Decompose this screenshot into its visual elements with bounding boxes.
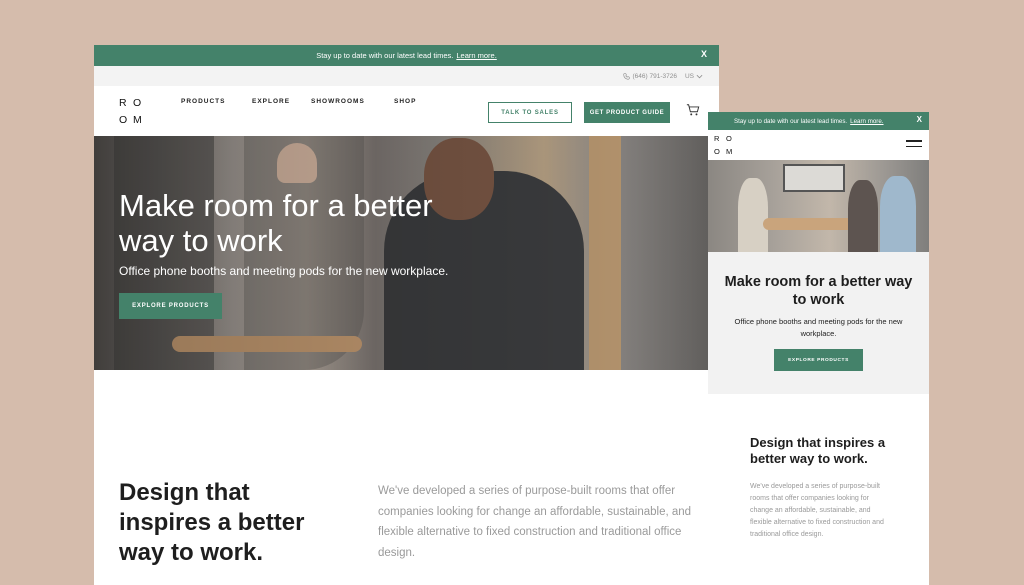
phone-icon — [622, 72, 630, 80]
logo-letter: R — [714, 134, 720, 143]
room-logo[interactable]: R O O M — [119, 98, 147, 125]
announcement-banner: Stay up to date with our latest lead tim… — [94, 45, 719, 66]
hamburger-menu-icon[interactable] — [906, 140, 922, 150]
mobile-hero-image — [708, 160, 929, 252]
hero-subtitle: Office phone booths and meeting pods for… — [734, 317, 903, 338]
banner-text: Stay up to date with our latest lead tim… — [316, 51, 454, 60]
section-body: We've developed a series of purpose-buil… — [378, 485, 692, 559]
logo-letter: O — [119, 113, 128, 126]
nav-item-products[interactable]: PRODUCTS — [181, 98, 252, 105]
nav-item-showrooms[interactable]: SHOWROOMS — [311, 98, 394, 105]
utility-bar: (646) 791-3726 US — [94, 66, 719, 86]
explore-products-button[interactable]: EXPLORE PRODUCTS — [774, 349, 863, 371]
announcement-banner: Stay up to date with our latest lead tim… — [708, 112, 929, 130]
section-title: Design that inspires a better way to wor… — [119, 479, 305, 566]
region-select[interactable]: US — [685, 73, 703, 80]
get-product-guide-button[interactable]: GET PRODUCT GUIDE — [584, 102, 670, 123]
mobile-nav: R O O M — [708, 130, 929, 160]
section-title: Design that inspires a better way to wor… — [750, 435, 886, 466]
phone-number: (646) 791-3726 — [632, 72, 677, 80]
logo-letter: M — [726, 146, 733, 156]
mobile-hero-intro: Make room for a better way to work Offic… — [708, 252, 929, 394]
desktop-mockup: Stay up to date with our latest lead tim… — [94, 45, 719, 585]
mobile-mockup: Stay up to date with our latest lead tim… — [708, 112, 929, 585]
chevron-down-icon — [696, 74, 703, 78]
close-banner-button[interactable]: X — [701, 49, 707, 59]
hero-image-person — [880, 176, 916, 252]
logo-letter: R — [119, 97, 127, 109]
nav-item-explore[interactable]: EXPLORE — [252, 98, 311, 105]
hero-image-person — [848, 180, 878, 252]
logo-letter: O — [726, 134, 732, 143]
nav-links: PRODUCTS EXPLORE SHOWROOMS SHOP — [181, 98, 416, 105]
nav-item-shop[interactable]: SHOP — [394, 98, 416, 105]
banner-text: Stay up to date with our latest lead tim… — [734, 117, 848, 125]
talk-to-sales-button[interactable]: TALK TO SALES — [488, 102, 572, 123]
hero-image-screen — [783, 164, 845, 192]
hero-section: Make room for a better way to work Offic… — [94, 136, 719, 370]
phone-link[interactable]: (646) 791-3726 — [622, 72, 677, 80]
hero-title: Make room for a better way to work — [119, 188, 433, 258]
close-banner-button[interactable]: X — [917, 115, 922, 124]
logo-letter: O — [133, 97, 142, 109]
learn-more-link[interactable]: Learn more. — [850, 118, 883, 125]
region-label: US — [684, 72, 694, 80]
logo-letter: M — [133, 113, 142, 126]
hero-image-person — [738, 178, 768, 252]
hero-subtitle: Office phone booths and meeting pods for… — [119, 264, 449, 278]
section-body: We've developed a series of purpose-buil… — [750, 483, 884, 538]
room-logo[interactable]: R O O M — [714, 135, 738, 155]
logo-letter: O — [714, 146, 720, 156]
explore-products-button[interactable]: EXPLORE PRODUCTS — [119, 293, 222, 319]
cart-icon[interactable] — [686, 103, 700, 117]
main-nav: R O O M PRODUCTS EXPLORE SHOWROOMS SHOP … — [94, 86, 719, 136]
learn-more-link[interactable]: Learn more. — [456, 51, 496, 60]
hero-title: Make room for a better way to work — [724, 274, 913, 308]
